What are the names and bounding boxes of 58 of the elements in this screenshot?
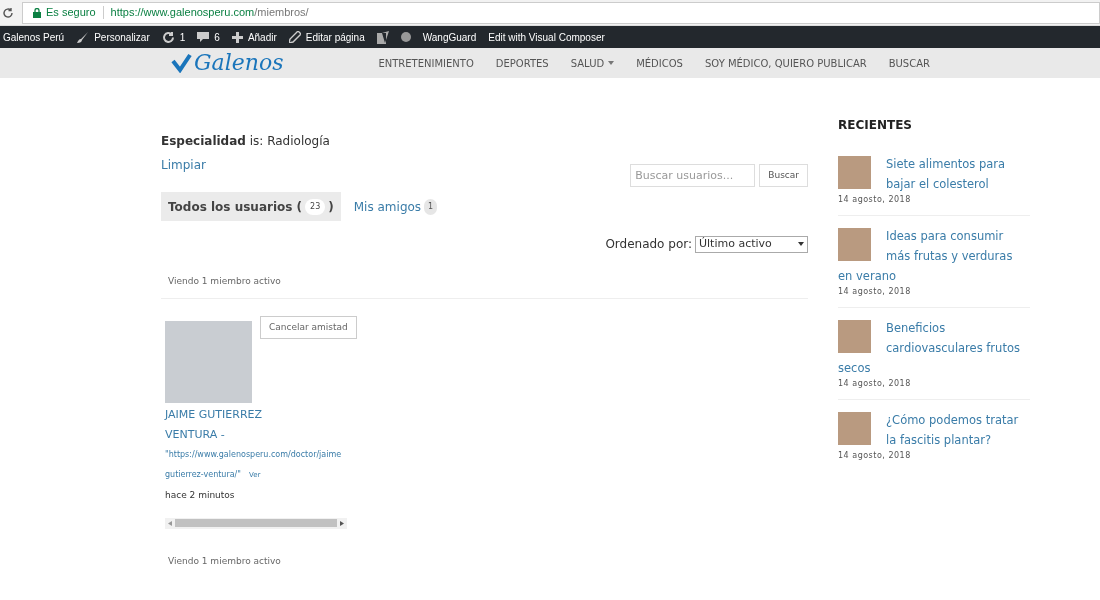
pagination-count: Viendo 1 miembro activo bbox=[168, 276, 281, 286]
sidebar-heading: RECIENTES bbox=[838, 117, 913, 134]
scroll-right-arrow-icon[interactable] bbox=[340, 520, 344, 526]
admin-bar-link[interactable]: Personalizar bbox=[76, 29, 150, 45]
reload-icon[interactable] bbox=[2, 6, 14, 19]
post-title-link[interactable]: Ideas para consumir más frutas y verduras en verano bbox=[838, 226, 1030, 286]
address-bar[interactable]: Es seguro https://www.galenosperu.com/miembros/ bbox=[22, 1, 1100, 24]
post-title-link[interactable]: Siete alimentos para bajar el colesterol bbox=[838, 154, 1030, 194]
post-date: 14 agosto, 2018 bbox=[838, 286, 912, 298]
cancel-friendship-button[interactable]: Cancelar amistad bbox=[260, 316, 357, 339]
admin-bar-link[interactable]: Edit with Visual Composer bbox=[488, 29, 605, 45]
profile-url-link[interactable]: gutierrez-ventura/" bbox=[165, 465, 241, 485]
plugin-logo-icon[interactable] bbox=[376, 30, 389, 44]
post-date: 14 agosto, 2018 bbox=[838, 378, 912, 390]
admin-bar-link[interactable]: Galenos Perú bbox=[3, 29, 65, 45]
nav-link[interactable]: MÉDICOS bbox=[636, 55, 683, 71]
last-active-time: hace 2 minutos bbox=[165, 489, 236, 502]
search-field[interactable]: Buscar usuarios... bbox=[630, 164, 756, 187]
nav-link[interactable]: BUSCAR bbox=[888, 55, 930, 71]
refresh-icon bbox=[161, 30, 175, 44]
photo-placeholder bbox=[838, 412, 871, 445]
admin-bar-link[interactable]: WangGuard bbox=[422, 29, 477, 45]
security-status: Es seguro bbox=[46, 5, 96, 21]
status-dot-icon[interactable] bbox=[400, 32, 411, 42]
post-date: 14 agosto, 2018 bbox=[838, 450, 912, 462]
nav-link[interactable]: DEPORTES bbox=[495, 55, 549, 71]
photo-placeholder bbox=[838, 156, 871, 189]
profile-url-link[interactable]: "https://www.galenosperu.com/doctor/jaime bbox=[165, 445, 347, 465]
member-name-link[interactable]: JAIME GUTIERREZ VENTURA - bbox=[165, 405, 275, 445]
plus-icon bbox=[231, 31, 243, 43]
pencil-icon bbox=[288, 31, 301, 43]
url-text: https://www.galenosperu.com/miembros/ bbox=[110, 5, 309, 21]
nav-link[interactable]: SOY MÉDICO, QUIERO PUBLICAR bbox=[704, 55, 867, 71]
order-label: Ordenado por: bbox=[605, 236, 692, 253]
filter-tab[interactable]: Mis amigos 1 bbox=[346, 192, 445, 221]
post-title-link[interactable]: ¿Cómo podemos tratar la fascitis plantar? bbox=[838, 410, 1030, 450]
nav-link[interactable]: ENTRETENIMIENTO bbox=[378, 55, 474, 71]
filter-tab[interactable]: Todos los usuarios ( 23 ) bbox=[161, 192, 341, 221]
order-dropdown[interactable]: Último activo bbox=[695, 235, 808, 253]
photo-placeholder bbox=[838, 228, 871, 261]
clear-filter-link[interactable]: Limpiar bbox=[161, 156, 206, 174]
photo-placeholder bbox=[838, 320, 871, 353]
speech-bubble-icon bbox=[197, 31, 210, 43]
logo-icon bbox=[170, 53, 192, 73]
search-button[interactable]: Buscar bbox=[759, 164, 808, 187]
admin-bar-link[interactable]: Editar página bbox=[288, 29, 365, 45]
nav-link[interactable]: SALUD bbox=[570, 55, 615, 71]
admin-bar-link[interactable]: Añadir bbox=[231, 29, 277, 45]
admin-bar-link[interactable]: 6 bbox=[197, 29, 220, 45]
site-logo[interactable]: Galenos bbox=[194, 52, 284, 74]
filter-summary: Especialidad is: Radiología bbox=[161, 133, 331, 150]
dropdown-caret-icon bbox=[798, 242, 804, 246]
admin-bar-link[interactable]: 1 bbox=[161, 29, 186, 45]
horizontal-scrollbar[interactable] bbox=[165, 517, 347, 529]
post-date: 14 agosto, 2018 bbox=[838, 194, 912, 206]
pagination-count: Viendo 1 miembro activo bbox=[168, 555, 281, 566]
post-title-link[interactable]: Beneficios cardiovasculares frutos secos bbox=[838, 318, 1030, 378]
lock-icon bbox=[33, 7, 41, 18]
